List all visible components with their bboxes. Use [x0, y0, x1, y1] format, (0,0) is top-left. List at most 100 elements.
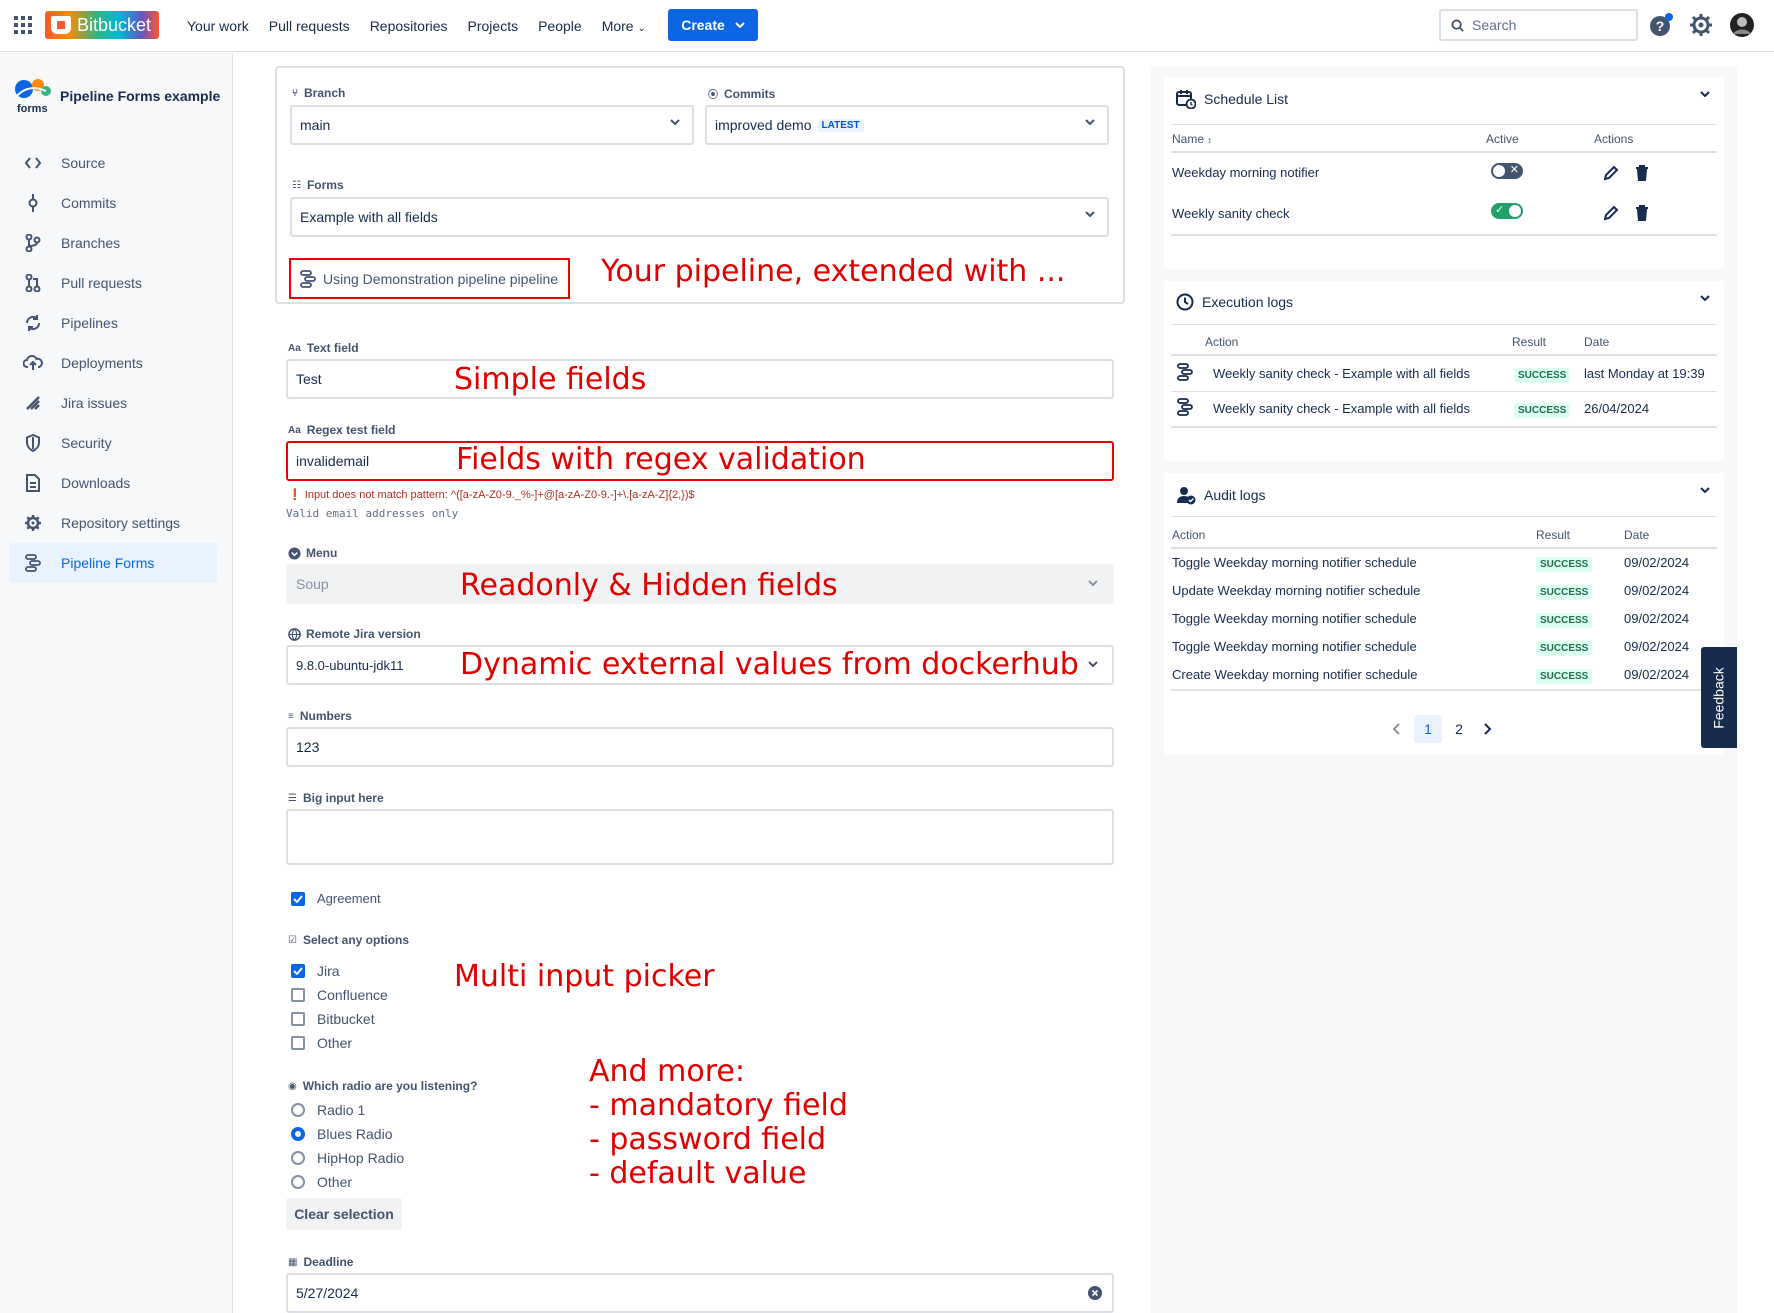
pull-request-icon: [23, 273, 43, 293]
radio-option-2[interactable]: Blues Radio: [291, 1126, 393, 1142]
search-input[interactable]: Search: [1439, 9, 1638, 41]
nav-pull-requests[interactable]: Pull requests: [269, 18, 350, 34]
menu-label-text: Menu: [306, 546, 338, 560]
agreement-checkbox[interactable]: Agreement: [291, 891, 381, 906]
bitbucket-logo[interactable]: Bitbucket: [45, 11, 159, 39]
pencil-icon[interactable]: [1602, 164, 1620, 182]
active-toggle-off[interactable]: ✕: [1491, 163, 1523, 179]
page-1[interactable]: 1: [1414, 715, 1442, 743]
sidebar-item-pipeline-forms[interactable]: Pipeline Forms: [9, 543, 217, 583]
text-field-input[interactable]: Test: [286, 359, 1114, 399]
checkbox-checked[interactable]: [291, 891, 305, 906]
forms-select[interactable]: Example with all fields: [290, 197, 1109, 237]
branch-icon: [23, 233, 43, 253]
radio-option-label: HipHop Radio: [317, 1150, 405, 1166]
radio-unselected[interactable]: [291, 1103, 305, 1117]
radio-option-1[interactable]: Radio 1: [291, 1102, 365, 1118]
big-input-textarea[interactable]: [286, 809, 1114, 865]
checkbox-unchecked[interactable]: [291, 1012, 305, 1026]
chevron-down-icon[interactable]: [1700, 295, 1710, 301]
active-toggle-on[interactable]: ✓: [1491, 203, 1523, 219]
sidebar-item-label: Source: [61, 155, 106, 171]
sort-icon: ↕: [1207, 135, 1212, 145]
chevron-right-icon[interactable]: [1484, 723, 1492, 735]
audit-action: Create Weekday morning notifier schedule: [1172, 667, 1418, 682]
sidebar-item-source[interactable]: Source: [9, 143, 217, 183]
checkbox-unchecked[interactable]: [291, 1036, 305, 1050]
radio-unselected[interactable]: [291, 1151, 305, 1165]
radio-option-4[interactable]: Other: [291, 1174, 352, 1190]
nav-people[interactable]: People: [538, 18, 582, 34]
option-confluence[interactable]: Confluence: [291, 987, 388, 1003]
help-icon[interactable]: ?: [1648, 12, 1674, 38]
menu-label: Menu: [288, 546, 337, 560]
pipeline-forms-icon: [1177, 363, 1193, 381]
commit-icon: [23, 193, 43, 213]
regex-value: invalidemail: [296, 453, 370, 469]
options-label-text: Select any options: [302, 933, 409, 947]
checkbox-unchecked[interactable]: [291, 988, 305, 1002]
sidebar-item-jira-issues[interactable]: Jira issues: [9, 383, 217, 423]
radio-option-3[interactable]: HipHop Radio: [291, 1150, 404, 1166]
sidebar-item-label: Security: [61, 435, 112, 451]
clear-icon[interactable]: [1088, 1286, 1102, 1300]
option-jira[interactable]: Jira: [291, 963, 340, 979]
feedback-button[interactable]: Feedback: [1701, 647, 1737, 748]
sidebar-item-label: Commits: [61, 195, 117, 211]
column-header-name[interactable]: Name ↕: [1172, 132, 1212, 146]
chevron-down-icon[interactable]: [1700, 487, 1710, 493]
nav-repositories[interactable]: Repositories: [370, 18, 448, 34]
chevron-left-icon[interactable]: [1392, 723, 1400, 735]
paragraph-icon: ☰: [288, 792, 297, 804]
numbers-input[interactable]: 123: [286, 727, 1114, 767]
nav-more[interactable]: More ⌄: [602, 18, 646, 34]
column-header-name-text: Name: [1172, 132, 1205, 146]
trash-icon[interactable]: [1634, 164, 1650, 182]
gear-icon[interactable]: [1688, 12, 1714, 38]
annotation-more-line: And more:: [589, 1054, 745, 1089]
nav-projects[interactable]: Projects: [468, 18, 519, 34]
commit-select[interactable]: improved demo LATEST: [705, 105, 1109, 145]
sidebar-item-repository-settings[interactable]: Repository settings: [9, 503, 217, 543]
chevron-down-icon[interactable]: [1700, 91, 1710, 97]
column-header-date: Date: [1624, 528, 1650, 542]
radio-unselected[interactable]: [291, 1175, 305, 1189]
search-icon: [1451, 18, 1464, 32]
clock-icon: [1176, 293, 1194, 311]
pencil-icon[interactable]: [1602, 204, 1620, 222]
sidebar-item-pipelines[interactable]: Pipelines: [9, 303, 217, 343]
nav-your-work[interactable]: Your work: [187, 18, 249, 34]
execution-logs-header[interactable]: Execution logs: [1176, 293, 1293, 311]
sidebar-item-commits[interactable]: Commits: [9, 183, 217, 223]
project-header[interactable]: forms Pipeline Forms example: [12, 75, 220, 117]
sidebar-item-branches[interactable]: Branches: [9, 223, 217, 263]
chevron-down-icon: [670, 119, 680, 125]
trash-icon[interactable]: [1634, 204, 1650, 222]
avatar[interactable]: [1729, 12, 1755, 38]
sidebar-item-deployments[interactable]: Deployments: [9, 343, 217, 383]
audit-logs-header[interactable]: Audit logs: [1176, 485, 1265, 505]
document-icon: [23, 473, 43, 493]
create-button[interactable]: Create: [668, 9, 758, 41]
app-switcher-icon[interactable]: [14, 16, 32, 34]
schedule-name: Weekday morning notifier: [1172, 165, 1320, 180]
checkbox-checked[interactable]: [291, 964, 305, 978]
option-other[interactable]: Other: [291, 1035, 352, 1051]
regex-error: ❗ Input does not match pattern: ^([a-zA-…: [288, 488, 695, 501]
page-2[interactable]: 2: [1445, 715, 1473, 743]
chevron-down-icon: ⌄: [637, 23, 646, 34]
clear-selection-button[interactable]: Clear selection: [286, 1198, 402, 1230]
branch-select[interactable]: main: [290, 105, 694, 145]
audit-logs-card: Audit logs Action Result Date Toggle Wee…: [1164, 473, 1724, 754]
sidebar-item-label: Downloads: [61, 475, 131, 491]
sidebar-item-security[interactable]: Security: [9, 423, 217, 463]
divider: [1171, 689, 1717, 691]
radio-selected[interactable]: [291, 1127, 305, 1141]
deadline-input[interactable]: 5/27/2024: [286, 1273, 1114, 1313]
option-bitbucket[interactable]: Bitbucket: [291, 1011, 375, 1027]
column-header-active: Active: [1486, 132, 1519, 146]
schedule-list-header[interactable]: Schedule List: [1176, 89, 1288, 109]
sidebar-item-pull-requests[interactable]: Pull requests: [9, 263, 217, 303]
commits-label-text: Commits: [724, 86, 776, 101]
sidebar-item-downloads[interactable]: Downloads: [9, 463, 217, 503]
